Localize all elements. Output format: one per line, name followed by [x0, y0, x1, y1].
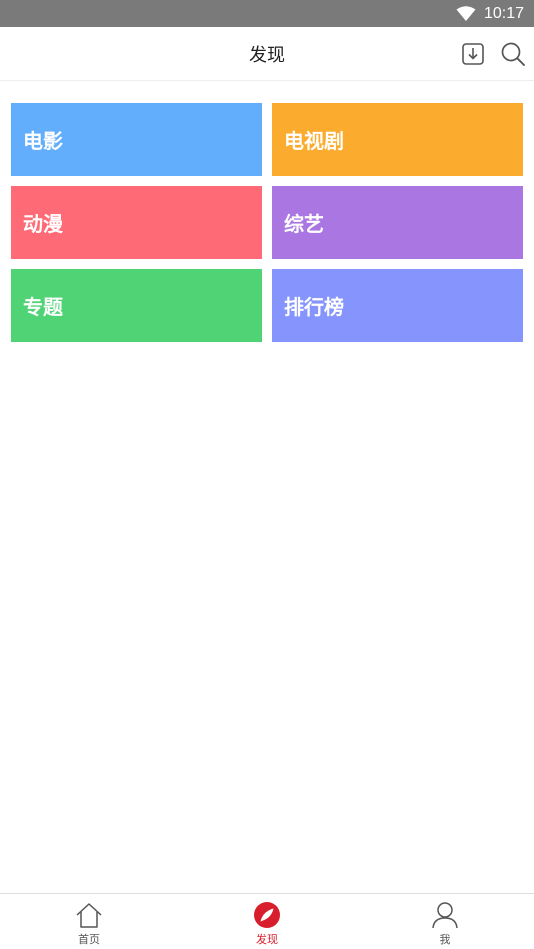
tab-label: 我: [439, 933, 451, 946]
category-label: 电影: [23, 129, 63, 153]
category-grid: 电影 电视剧 动漫 综艺 专题 排行榜: [11, 103, 523, 342]
category-label: 电视剧: [284, 129, 344, 153]
category-tile-tv-series[interactable]: 电视剧: [272, 103, 523, 176]
category-label: 排行榜: [284, 295, 344, 319]
bottom-tab-bar: 首页 发现 我: [0, 893, 534, 949]
page-title: 发现: [249, 44, 285, 66]
download-button[interactable]: [460, 41, 486, 67]
tab-discover[interactable]: 发现: [178, 894, 356, 949]
category-label: 动漫: [23, 212, 63, 236]
search-button[interactable]: [500, 41, 526, 67]
status-time: 10:17: [483, 4, 524, 22]
download-icon: [462, 43, 484, 65]
category-tile-rankings[interactable]: 排行榜: [272, 269, 523, 342]
category-label: 综艺: [284, 212, 324, 236]
search-icon: [501, 42, 525, 66]
status-bar: 10:17: [0, 0, 534, 27]
tab-home[interactable]: 首页: [0, 894, 178, 949]
category-tile-movies[interactable]: 电影: [11, 103, 262, 176]
tab-label: 发现: [256, 933, 278, 946]
wifi-icon: [456, 5, 476, 21]
home-icon: [76, 903, 102, 928]
compass-icon: [254, 902, 280, 928]
category-tile-anime[interactable]: 动漫: [11, 186, 262, 259]
user-icon: [432, 902, 458, 929]
category-tile-variety[interactable]: 综艺: [272, 186, 523, 259]
category-label: 专题: [23, 295, 63, 319]
category-tile-topics[interactable]: 专题: [11, 269, 262, 342]
app-bar: 发现: [0, 27, 534, 81]
app-bar-actions: [460, 27, 526, 81]
tab-me[interactable]: 我: [356, 894, 534, 949]
tab-label: 首页: [78, 933, 100, 946]
